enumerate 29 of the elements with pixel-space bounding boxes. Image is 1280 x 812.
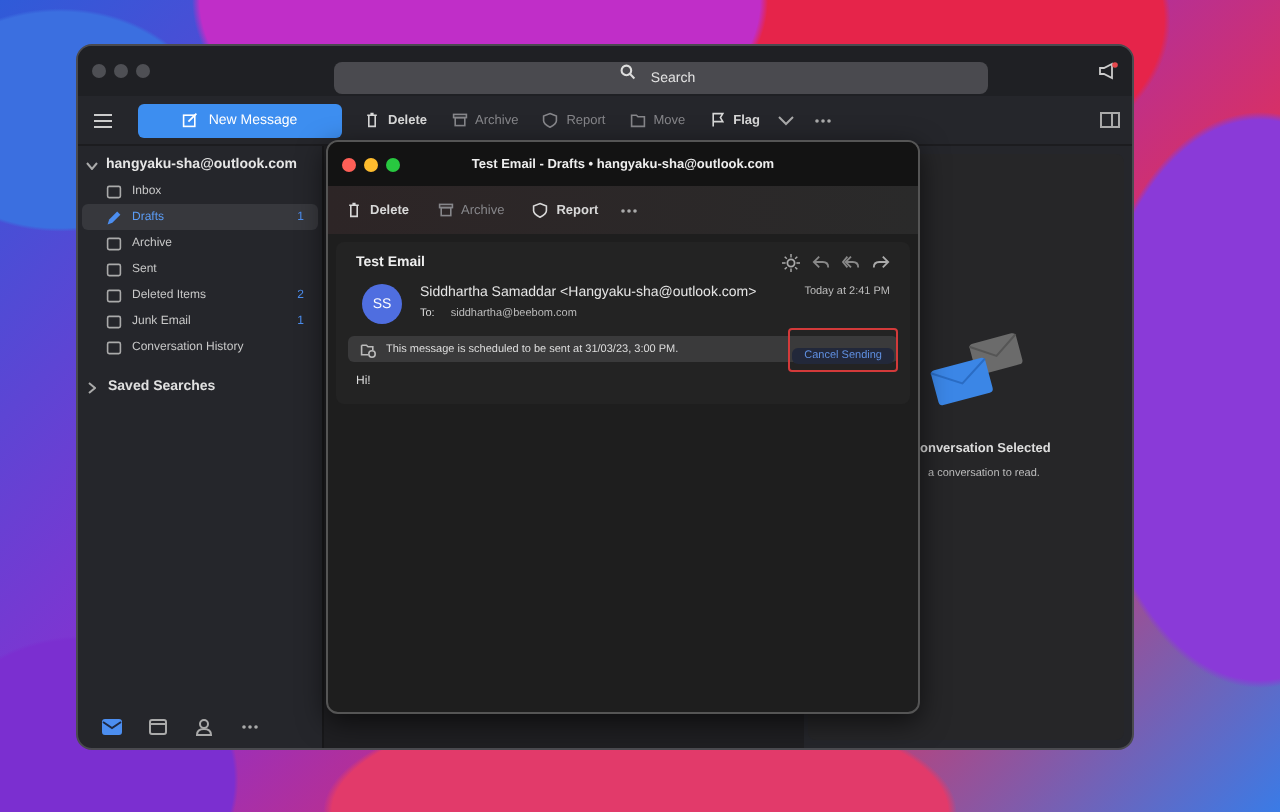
close-icon[interactable] — [342, 157, 356, 171]
reply-icon[interactable] — [812, 254, 830, 270]
shield-icon — [532, 202, 549, 218]
sun-icon[interactable] — [782, 254, 800, 272]
more-icon[interactable] — [814, 117, 832, 123]
trash-icon — [346, 202, 362, 218]
archive-box-icon — [451, 112, 468, 128]
calendar-icon[interactable] — [148, 718, 168, 736]
menu-icon[interactable] — [94, 113, 112, 127]
mail-icon[interactable] — [102, 718, 122, 736]
minimize-icon[interactable] — [364, 157, 378, 171]
chevron-down-icon[interactable] — [778, 115, 794, 125]
search-icon — [620, 63, 636, 79]
flag-icon — [709, 112, 726, 128]
megaphone-icon[interactable] — [1098, 62, 1118, 80]
forward-icon[interactable] — [872, 254, 890, 270]
shield-icon — [542, 112, 559, 128]
reply-all-icon[interactable] — [842, 254, 860, 270]
more-icon[interactable] — [620, 207, 639, 213]
maximize-icon[interactable] — [386, 157, 400, 171]
trash-icon — [364, 112, 380, 128]
chevron-icon — [88, 381, 96, 393]
scheduled-icon — [360, 341, 376, 357]
archive-box-icon — [437, 202, 454, 218]
reading-pane-icon[interactable] — [1100, 112, 1120, 128]
people-icon[interactable] — [194, 718, 214, 736]
compose-icon — [182, 112, 199, 128]
pencil-icon — [106, 209, 122, 225]
chevron-icon — [86, 161, 98, 169]
